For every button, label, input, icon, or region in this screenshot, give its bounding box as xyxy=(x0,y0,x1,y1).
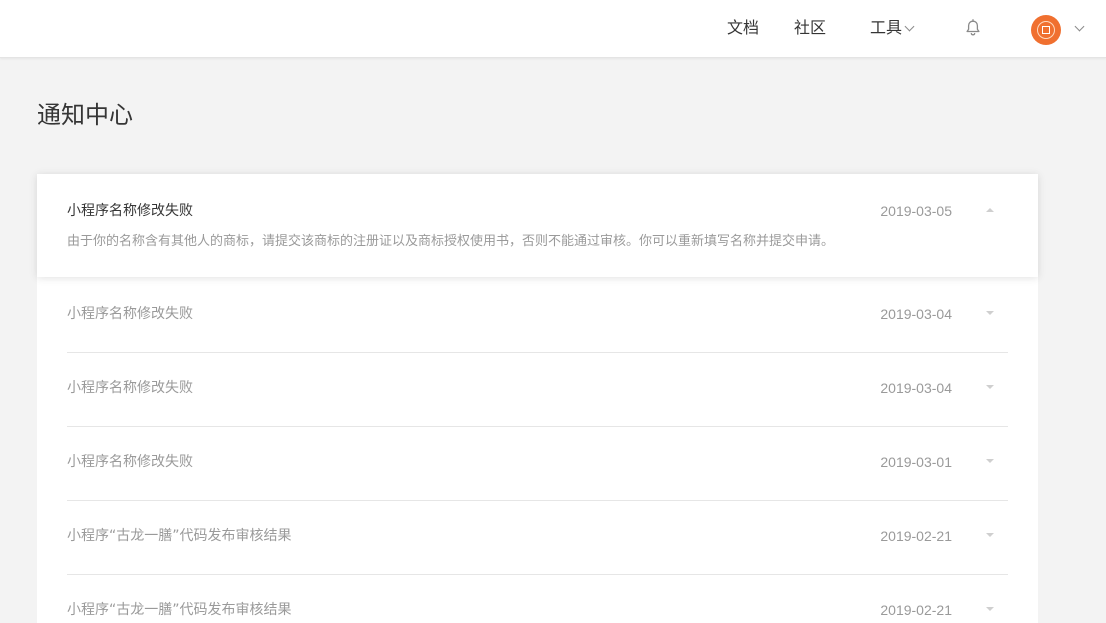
notification-title: 小程序名称修改失败 xyxy=(67,380,193,396)
notification-item[interactable]: 小程序“古龙一膳”代码发布审核结果 2019-02-21 xyxy=(37,501,1038,575)
notification-body: 由于你的名称含有其他人的商标，请提交该商标的注册证以及商标授权使用书，否则不能通… xyxy=(67,234,835,249)
bell-icon[interactable] xyxy=(963,18,983,38)
nav-docs-link[interactable]: 文档 xyxy=(727,18,759,38)
nav-community-link[interactable]: 社区 xyxy=(794,18,826,38)
avatar-logo-icon xyxy=(1037,21,1055,39)
notification-title: 小程序名称修改失败 xyxy=(67,306,193,322)
account-chevron-down-icon[interactable] xyxy=(1074,21,1085,32)
expand-caret-icon[interactable] xyxy=(986,311,994,315)
notification-title: 小程序“古龙一膳”代码发布审核结果 xyxy=(67,528,292,544)
notification-item-expanded[interactable]: 小程序名称修改失败 2019-03-05 由于你的名称含有其他人的商标，请提交该… xyxy=(37,174,1038,277)
notification-item[interactable]: 小程序名称修改失败 2019-03-04 xyxy=(37,353,1038,427)
user-avatar[interactable] xyxy=(1031,15,1061,45)
notification-date: 2019-03-01 xyxy=(880,454,952,470)
notification-date: 2019-03-04 xyxy=(880,380,952,396)
notification-item[interactable]: 小程序名称修改失败 2019-03-04 xyxy=(37,277,1038,353)
page-title: 通知中心 xyxy=(37,101,133,129)
expand-caret-icon[interactable] xyxy=(986,459,994,463)
notification-title: 小程序名称修改失败 xyxy=(67,454,193,470)
notification-date: 2019-03-04 xyxy=(880,306,952,322)
tools-chevron-down-icon[interactable] xyxy=(904,21,915,32)
nav-tools-link[interactable]: 工具 xyxy=(870,18,902,38)
notification-item[interactable]: 小程序“古龙一膳”代码发布审核结果 2019-02-21 xyxy=(37,575,1038,623)
expand-caret-icon[interactable] xyxy=(986,533,994,537)
notification-title: 小程序“古龙一膳”代码发布审核结果 xyxy=(67,602,292,618)
notification-date: 2019-02-21 xyxy=(880,602,952,618)
notification-date: 2019-02-21 xyxy=(880,528,952,544)
top-navigation-bar: 文档 社区 工具 xyxy=(0,0,1106,58)
notification-item[interactable]: 小程序名称修改失败 2019-03-01 xyxy=(37,427,1038,501)
expand-caret-icon[interactable] xyxy=(986,607,994,611)
expand-caret-icon[interactable] xyxy=(986,385,994,389)
notification-date: 2019-03-05 xyxy=(880,203,952,219)
collapse-caret-icon[interactable] xyxy=(986,208,994,212)
notification-title: 小程序名称修改失败 xyxy=(67,203,193,219)
